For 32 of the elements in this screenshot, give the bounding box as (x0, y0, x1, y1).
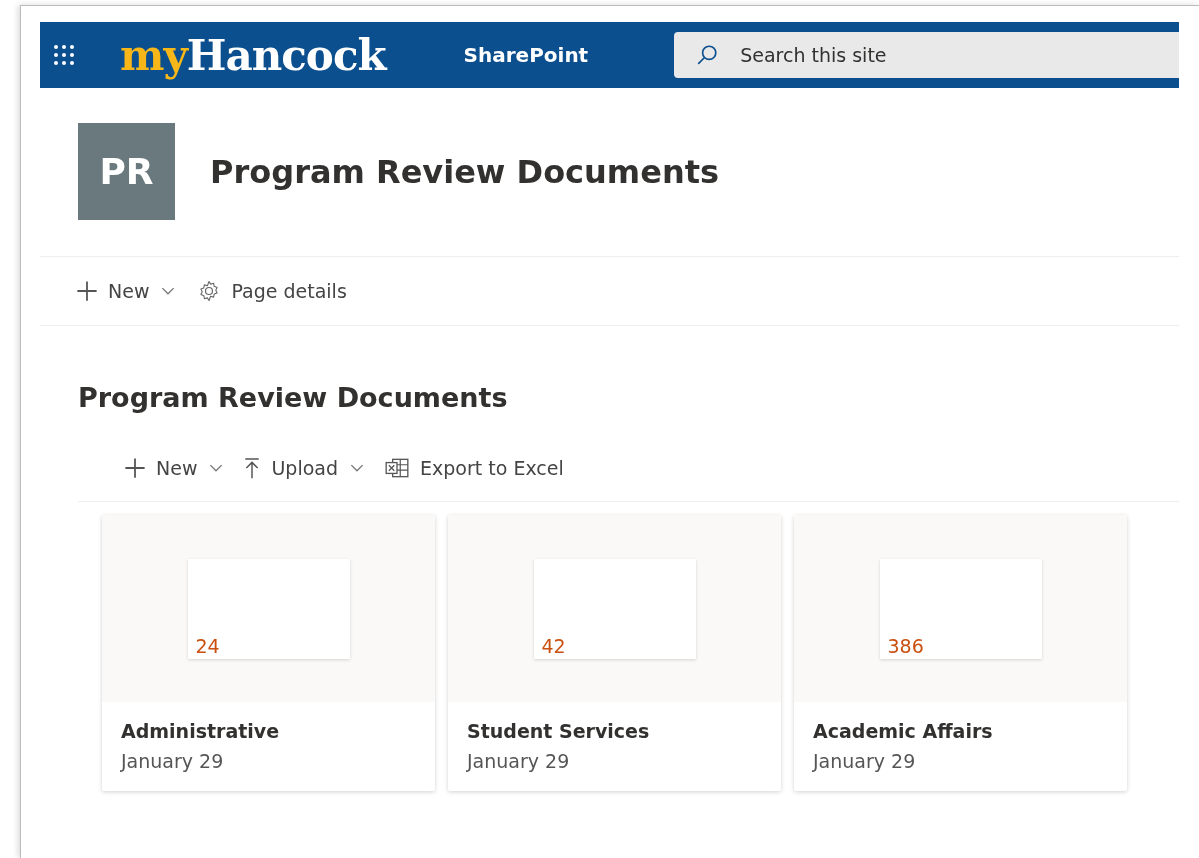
folder-card[interactable]: 24 Administrative January 29 (102, 515, 435, 791)
excel-icon (384, 457, 411, 479)
item-count: 386 (887, 634, 924, 657)
folder-card[interactable]: 42 Student Services January 29 (448, 515, 781, 791)
item-count: 42 (541, 634, 566, 657)
new-button[interactable]: New (76, 280, 176, 302)
search-field[interactable]: Search this site (674, 32, 1179, 78)
library-title: Program Review Documents (78, 382, 509, 413)
plus-icon (124, 457, 146, 479)
folder-name: Administrative (121, 720, 281, 742)
app-name[interactable]: SharePoint (463, 43, 589, 67)
folder-name: Academic Affairs (813, 720, 994, 742)
folder-name: Student Services (467, 720, 651, 742)
site-logo-tile: PR (78, 123, 175, 220)
plus-icon (76, 280, 98, 302)
chevron-down-icon (161, 286, 176, 296)
upload-icon (243, 456, 262, 480)
details-button[interactable]: Page details (197, 279, 347, 303)
search-icon (696, 44, 719, 66)
item-count: 24 (195, 634, 220, 657)
folder-date: January 29 (467, 750, 571, 772)
folder-card[interactable]: 386 Academic Affairs January 29 (794, 515, 1127, 791)
chevron-down-icon (350, 463, 365, 473)
app-launcher-icon[interactable] (52, 43, 76, 67)
site-logo[interactable]: myHancock (120, 30, 386, 80)
excel-button[interactable]: Export to Excel (384, 457, 564, 479)
chevron-down-icon (209, 463, 224, 473)
new-button[interactable]: New (124, 457, 224, 479)
upload-button[interactable]: Upload (243, 456, 365, 480)
folder-date: January 29 (121, 750, 225, 772)
folder-date: January 29 (813, 750, 917, 772)
site-title: Program Review Documents (210, 152, 720, 191)
